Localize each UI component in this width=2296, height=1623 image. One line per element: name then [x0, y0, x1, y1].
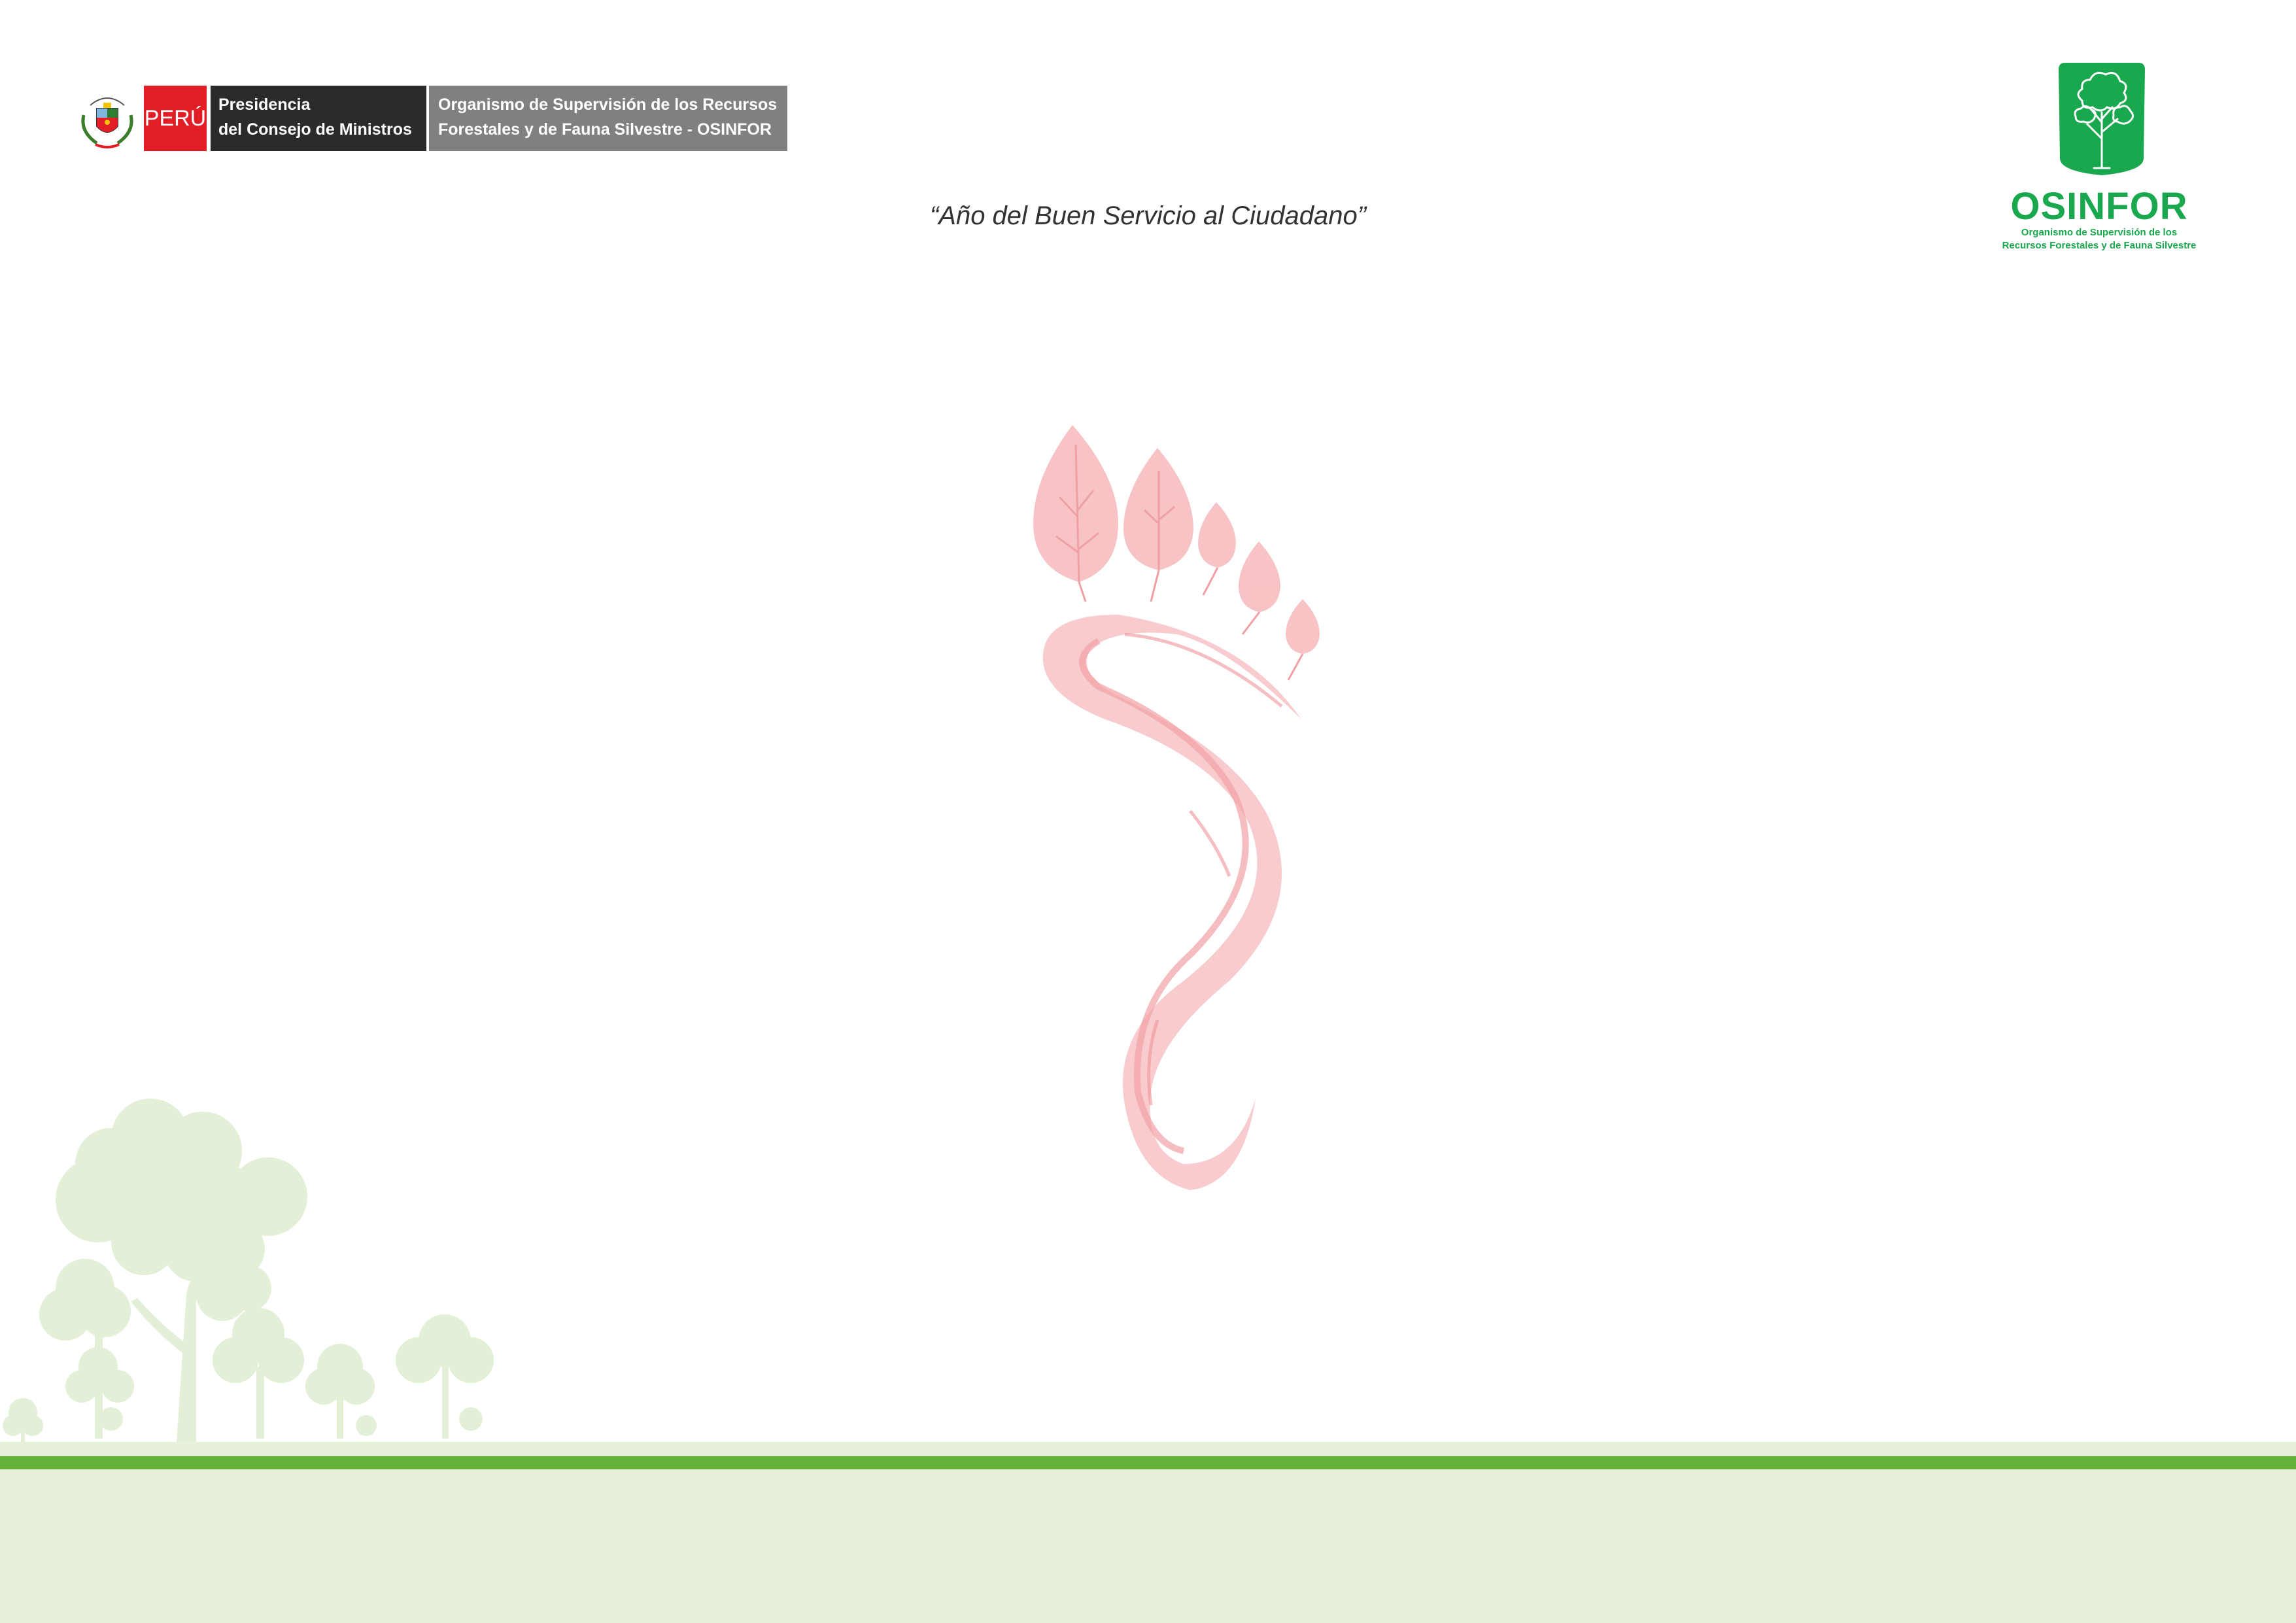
- ground-band: [0, 1469, 2296, 1623]
- osinfor-subtitle: Organismo de Supervisión de los Recursos…: [1988, 226, 2210, 252]
- trees-illustration: [3, 1099, 494, 1442]
- pcm-line-1: Presidencia: [218, 95, 311, 114]
- pcm-label-box: Presidencia del Consejo de Ministros: [211, 86, 426, 151]
- org-line-2: Forestales y de Fauna Silvestre - OSINFO…: [438, 120, 772, 139]
- osinfor-subtitle-line-2: Recursos Forestales y de Fauna Silvestre: [2002, 240, 2197, 251]
- peru-label: PERÚ: [144, 105, 207, 131]
- leaf-footprint-icon: [1033, 425, 1320, 1190]
- osinfor-logo: OSINFOR Organismo de Supervisión de los …: [1988, 60, 2250, 263]
- osinfor-tree-icon: [2059, 63, 2145, 175]
- osinfor-subtitle-line-1: Organismo de Supervisión de los: [2021, 227, 2178, 238]
- year-motto: “Año del Buen Servicio al Ciudadano”: [929, 201, 1367, 230]
- osinfor-name: OSINFOR: [2010, 185, 2188, 228]
- government-header-bar: PERÚ Presidencia del Consejo de Ministro…: [77, 86, 787, 151]
- peru-label-box: PERÚ: [144, 86, 207, 151]
- ground-strip-top: [0, 1442, 2296, 1456]
- peru-coat-of-arms-icon: [81, 97, 133, 148]
- org-label-box: Organismo de Supervisión de los Recursos…: [429, 86, 787, 151]
- ground-green-line: [0, 1456, 2296, 1469]
- pcm-line-2: del Consejo de Ministros: [218, 120, 412, 139]
- org-line-1: Organismo de Supervisión de los Recursos: [438, 95, 778, 114]
